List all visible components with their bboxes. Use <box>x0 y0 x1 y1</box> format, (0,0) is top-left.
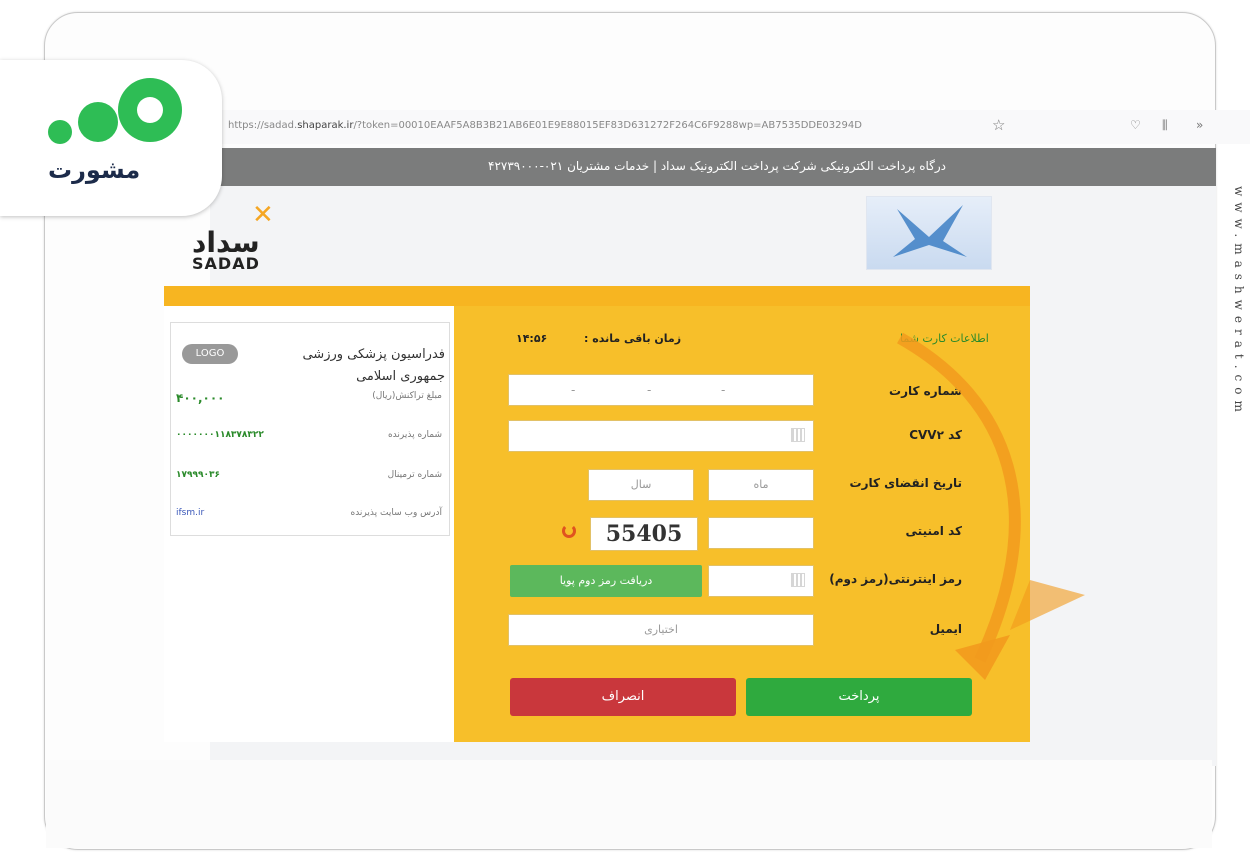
overflow-icon[interactable]: » <box>1196 118 1203 132</box>
cancel-button[interactable]: انصراف <box>510 678 736 716</box>
keypad-icon[interactable] <box>791 573 805 587</box>
url-text[interactable]: https://sadad.shaparak.ir/?token=00010EA… <box>228 120 988 131</box>
timer-label: زمان باقی مانده : <box>584 332 682 345</box>
page-footer <box>46 760 1212 848</box>
password-input[interactable] <box>708 565 814 597</box>
cvv2-input[interactable] <box>508 420 814 452</box>
card-dash: - <box>647 383 652 397</box>
amount-value: ۴۰۰,۰۰۰ <box>176 391 225 405</box>
merchant-name: فدراسیون پزشکی ورزشی جمهوری اسلامی <box>302 347 445 384</box>
merchant-id-label: شماره پذیرنده <box>387 430 442 440</box>
keypad-icon[interactable] <box>791 428 805 442</box>
timer-value: ۱۴:۵۶ <box>516 332 548 345</box>
card-number-input[interactable]: - - - <box>508 374 814 406</box>
url-rest: /?token=00010EAAF5A8B3B21AB6E01E9E88015E… <box>353 120 862 131</box>
card-dash: - <box>721 383 726 397</box>
shaparak-bird-icon <box>893 205 967 257</box>
star-icon[interactable]: ☆ <box>992 116 1005 134</box>
expiry-year-input[interactable]: سال <box>588 469 694 501</box>
info-row-merchant-id: شماره پذیرنده ۰۰۰۰۰۰۰۱۱۸۳۷۸۳۲۲ <box>176 430 442 448</box>
terminal-label: شماره ترمینال <box>387 470 442 480</box>
terminal-value: ۱۷۹۹۹۰۳۶ <box>176 470 220 480</box>
info-row-terminal: شماره ترمینال ۱۷۹۹۹۰۳۶ <box>176 470 442 488</box>
refresh-captcha-icon[interactable] <box>562 524 576 538</box>
url-prefix: https://sadad. <box>228 120 298 131</box>
merchant-id-value: ۰۰۰۰۰۰۰۱۱۸۳۷۸۳۲۲ <box>176 430 264 440</box>
shaparak-logo <box>866 196 992 270</box>
website-label: آدرس وب سایت پذیرنده <box>350 508 442 518</box>
website-link[interactable]: ifsm.ir <box>176 508 204 518</box>
expiry-month-input[interactable]: ماه <box>708 469 814 501</box>
watermark-dots-icon <box>48 78 182 144</box>
watermark-text: مشورت <box>48 156 141 184</box>
library-icon[interactable]: ⫼ <box>1162 118 1168 133</box>
card-dash: - <box>571 383 576 397</box>
watermark-logo <box>0 60 222 216</box>
annotation-arrow-icon <box>897 332 1085 680</box>
url-host: shaparak.ir <box>297 120 354 131</box>
panel-top-stripe <box>164 286 1030 306</box>
pocket-icon[interactable]: ♡ <box>1130 118 1141 132</box>
get-otp-button[interactable]: دریافت رمز دوم پویا <box>510 565 702 597</box>
info-row-amount: مبلغ تراکنش(ریال) ۴۰۰,۰۰۰ <box>176 391 442 409</box>
info-row-website: آدرس وب سایت پذیرنده ifsm.ir <box>176 508 442 526</box>
merchant-logo: LOGO <box>182 344 238 364</box>
captcha-input[interactable] <box>708 517 814 549</box>
captcha-image: 55405 <box>590 517 698 551</box>
vertical-watermark: www.mashwerat.com <box>1232 186 1246 418</box>
sadad-logo-en: SADAD <box>192 254 260 273</box>
email-input[interactable]: اختیاری <box>508 614 814 646</box>
banner-text: درگاه پرداخت الکترونیکی شرکت پرداخت الکت… <box>488 159 946 173</box>
amount-label: مبلغ تراکنش(ریال) <box>372 391 442 401</box>
